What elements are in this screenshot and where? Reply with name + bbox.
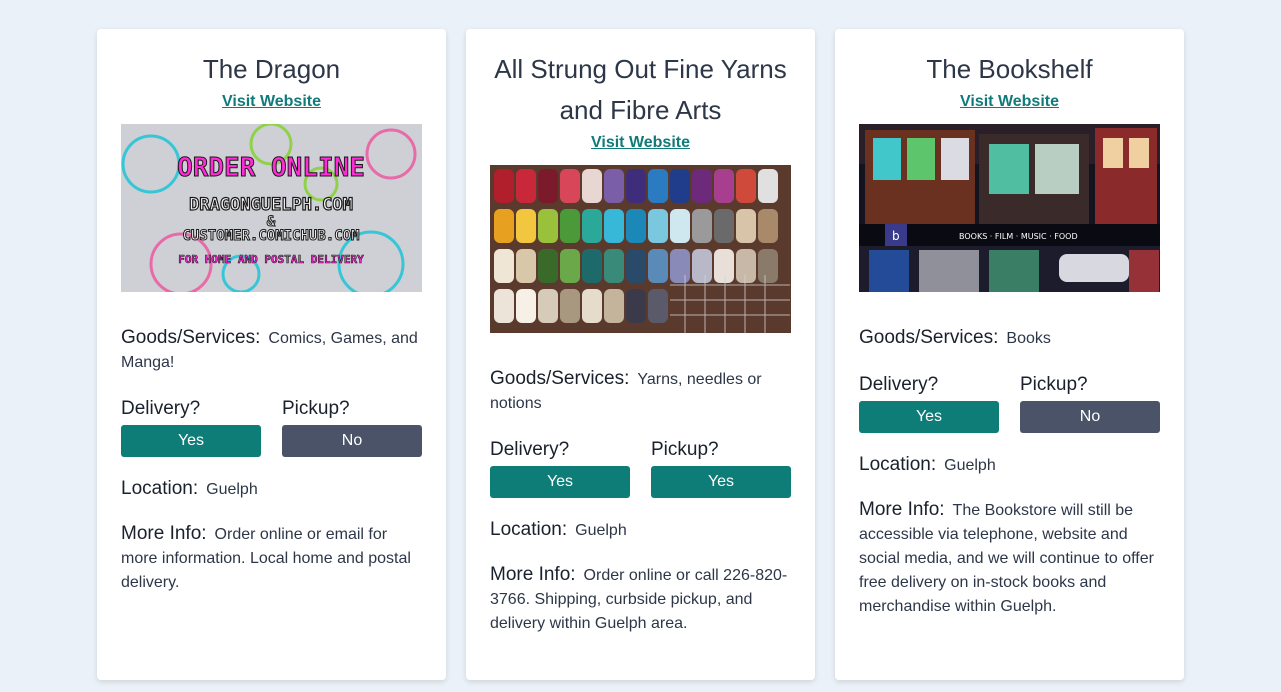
location-value: Guelph — [944, 457, 996, 474]
delivery-badge: Yes — [859, 401, 999, 433]
more-info: More Info: Order online or call 226-820-3… — [490, 563, 791, 636]
business-title: The Dragon — [202, 54, 341, 84]
delivery-badge: Yes — [121, 425, 261, 457]
pickup-badge: No — [282, 425, 422, 457]
more-info: More Info: The Bookstore will still be ac… — [859, 498, 1160, 619]
business-card-the-dragon: The Dragon Visit Website ORDER ONLINE DR… — [97, 29, 446, 680]
availability-row: Delivery? Yes Pickup? No — [121, 397, 422, 457]
business-card-the-bookshelf: The Bookshelf Visit Website b BOOKS · FI… — [835, 29, 1184, 680]
listing-grid: The Dragon Visit Website ORDER ONLINE DR… — [0, 0, 1281, 692]
more-info-label: More Info: — [859, 499, 945, 520]
delivery-badge: Yes — [490, 466, 630, 498]
more-info-label: More Info: — [490, 564, 576, 585]
svg-text:b: b — [892, 229, 900, 243]
business-card-all-strung-out: All Strung Out Fine Yarns and Fibre Arts… — [466, 29, 815, 680]
goods-services: Goods/Services: Comics, Games, and Manga! — [121, 326, 422, 375]
image-text-line4: CUSTOMER.COMICHUB.COM — [182, 228, 359, 244]
pickup-badge: Yes — [651, 466, 791, 498]
availability-row: Delivery? Yes Pickup? Yes — [490, 438, 791, 498]
pickup-label: Pickup? — [651, 439, 719, 460]
location: Location: Guelph — [490, 518, 791, 543]
location-value: Guelph — [575, 522, 627, 539]
visit-website-link[interactable]: Visit Website — [859, 92, 1160, 112]
location: Location: Guelph — [121, 477, 422, 502]
location: Location: Guelph — [859, 453, 1160, 478]
business-title: All Strung Out Fine Yarns and Fibre Arts — [494, 54, 787, 125]
goods-services-label: Goods/Services: — [121, 327, 261, 348]
pickup-label: Pickup? — [1020, 374, 1088, 395]
pickup-label: Pickup? — [282, 398, 350, 419]
goods-services-value: Books — [1006, 330, 1051, 347]
business-photo: ORDER ONLINE DRAGONGUELPH.COM & CUSTOMER… — [121, 124, 422, 292]
goods-services-label: Goods/Services: — [859, 327, 999, 348]
availability-row: Delivery? Yes Pickup? No — [859, 373, 1160, 433]
location-label: Location: — [859, 454, 937, 475]
image-sign-text: BOOKS · FILM · MUSIC · FOOD — [959, 232, 1078, 241]
visit-website-link[interactable]: Visit Website — [490, 133, 791, 153]
more-info: More Info: Order online or email for more… — [121, 522, 422, 595]
business-photo — [490, 165, 791, 333]
location-value: Guelph — [206, 481, 258, 498]
delivery-label: Delivery? — [859, 374, 939, 395]
goods-services: Goods/Services: Yarns, needles or notions — [490, 367, 791, 416]
image-text-line5: FOR HOME AND POSTAL DELIVERY — [178, 253, 364, 266]
goods-services-label: Goods/Services: — [490, 368, 630, 389]
location-label: Location: — [490, 519, 568, 540]
goods-services: Goods/Services: Books — [859, 326, 1160, 351]
location-label: Location: — [121, 478, 199, 499]
more-info-label: More Info: — [121, 523, 207, 544]
delivery-label: Delivery? — [490, 439, 570, 460]
business-photo: b BOOKS · FILM · MUSIC · FOOD — [859, 124, 1160, 292]
image-text-line2: DRAGONGUELPH.COM — [189, 195, 353, 215]
delivery-label: Delivery? — [121, 398, 201, 419]
pickup-badge: No — [1020, 401, 1160, 433]
business-title: The Bookshelf — [926, 54, 1093, 84]
visit-website-link[interactable]: Visit Website — [121, 92, 422, 112]
image-text-line1: ORDER ONLINE — [177, 153, 365, 183]
